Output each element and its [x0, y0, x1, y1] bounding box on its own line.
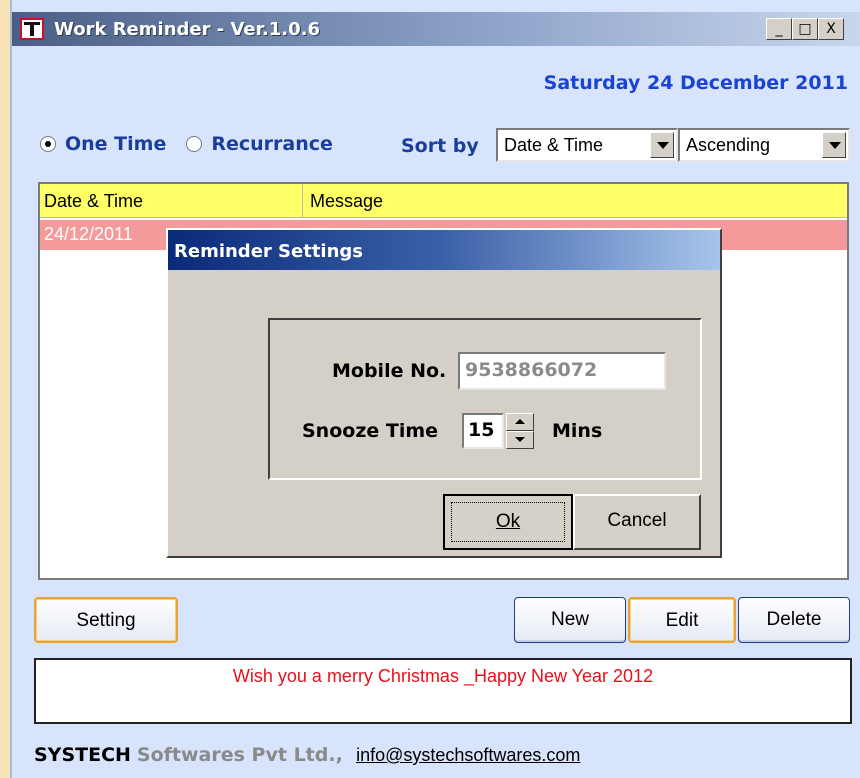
maximize-button[interactable]: □ [792, 18, 818, 40]
footer-company: Softwares Pvt Ltd., [136, 744, 343, 766]
setting-button[interactable]: Setting [34, 597, 178, 643]
dialog-title: Reminder Settings [174, 241, 364, 262]
snooze-label: Snooze Time [302, 420, 439, 442]
sort-field-value: Date & Time [504, 135, 604, 155]
spin-down-icon[interactable] [506, 431, 534, 449]
title-bar[interactable]: Work Reminder - Ver.1.0.6 _ □ X [12, 12, 860, 46]
recurrence-radio[interactable] [186, 136, 203, 152]
footer-brand: SYSTECH [34, 744, 131, 766]
sort-by-label: Sort by [401, 135, 479, 157]
close-button[interactable]: X [818, 18, 844, 40]
current-date: Saturday 24 December 2011 [543, 72, 848, 94]
spin-up-icon[interactable] [506, 413, 534, 431]
message-box: Wish you a merry Christmas _Happy New Ye… [34, 658, 852, 724]
footer: SYSTECH Softwares Pvt Ltd., info@systech… [34, 744, 580, 767]
mobile-input[interactable]: 9538866072 [458, 352, 666, 390]
minimize-button[interactable]: _ [766, 18, 792, 40]
snooze-input[interactable]: 15 [462, 413, 504, 449]
chevron-down-icon[interactable] [650, 132, 674, 158]
one-time-radio[interactable] [40, 136, 56, 152]
row-date: 24/12/2011 [44, 224, 133, 244]
reminder-type-group: One Time Recurrance [40, 133, 353, 155]
one-time-label[interactable]: One Time [65, 133, 166, 155]
window-title: Work Reminder - Ver.1.0.6 [54, 19, 321, 40]
delete-button[interactable]: Delete [738, 597, 850, 643]
table-header: Date & Time Message [40, 184, 847, 218]
column-date-time[interactable]: Date & Time [44, 191, 143, 212]
ok-button[interactable]: Ok [443, 494, 573, 550]
footer-separator [343, 745, 348, 767]
snooze-stepper[interactable] [506, 413, 534, 449]
sort-order-value: Ascending [686, 135, 771, 155]
sort-order-select[interactable]: Ascending [678, 128, 850, 162]
chevron-down-icon[interactable] [822, 132, 846, 158]
edit-button[interactable]: Edit [628, 597, 736, 643]
app-logo-icon [20, 18, 44, 40]
column-divider[interactable] [302, 184, 303, 218]
settings-group-box: Mobile No. 9538866072 Snooze Time 15 Min… [268, 318, 702, 480]
sort-field-select[interactable]: Date & Time [496, 128, 678, 162]
recurrence-label[interactable]: Recurrance [211, 133, 333, 155]
dialog-title-bar[interactable]: Reminder Settings [168, 230, 720, 270]
column-message[interactable]: Message [310, 191, 383, 212]
snooze-unit-label: Mins [552, 420, 603, 442]
new-button[interactable]: New [514, 597, 626, 643]
app-window: Work Reminder - Ver.1.0.6 _ □ X Saturday… [10, 0, 860, 778]
ok-button-label: Ok [451, 502, 565, 542]
mobile-label: Mobile No. [332, 360, 447, 382]
greeting-message: Wish you a merry Christmas _Happy New Ye… [232, 666, 654, 686]
cancel-button[interactable]: Cancel [573, 494, 701, 550]
footer-email-link[interactable]: info@systechsoftwares.com [356, 745, 580, 766]
reminder-settings-dialog: Reminder Settings Mobile No. 9538866072 … [166, 228, 722, 558]
